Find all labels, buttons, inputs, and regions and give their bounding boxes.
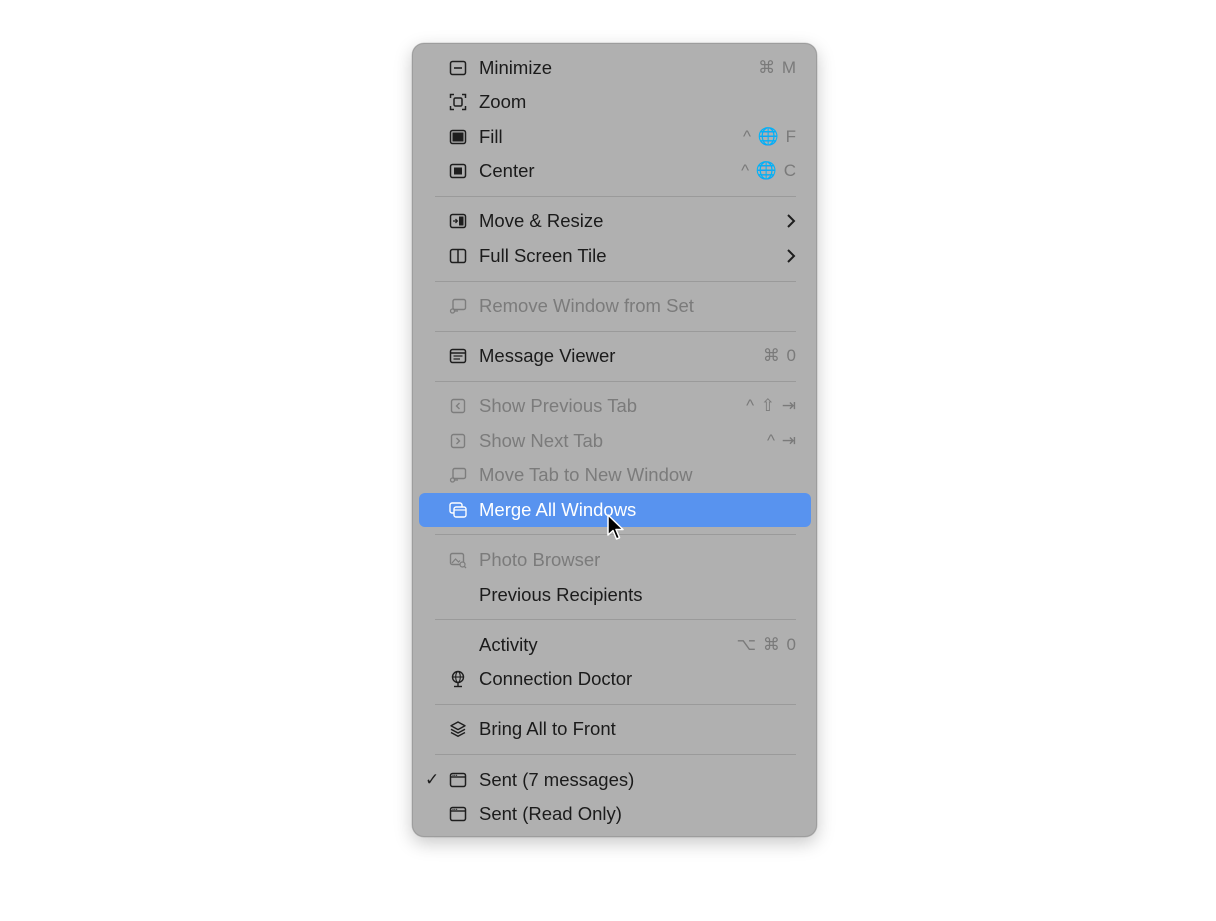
menu-separator	[435, 704, 796, 705]
menu-item-shortcut: ^ 🌐 C	[741, 161, 797, 180]
menu-item-label: Move & Resize	[479, 210, 604, 231]
full-screen-tile-icon	[449, 247, 467, 265]
zoom-icon	[449, 93, 467, 111]
menu-item-label: Previous Recipients	[479, 584, 643, 605]
photo-browser-icon	[449, 551, 467, 569]
menu-item-center[interactable]: Center ^ 🌐 C	[419, 154, 811, 188]
menu-item-shortcut: ^ ⇥	[767, 431, 797, 450]
merge-windows-icon	[449, 501, 467, 519]
menu-separator	[435, 754, 796, 755]
minimize-icon	[449, 59, 467, 77]
center-icon	[449, 162, 467, 180]
menu-item-shortcut: ⌥ ⌘ 0	[736, 635, 797, 654]
chevron-right-icon	[785, 212, 797, 230]
menu-item-zoom[interactable]: Zoom	[419, 85, 811, 119]
checkmark-icon: ✓	[425, 770, 440, 789]
menu-item-label: Show Previous Tab	[479, 395, 638, 416]
previous-tab-icon	[449, 397, 467, 415]
menu-item-label: Show Next Tab	[479, 430, 604, 451]
menu-item-full-screen-tile[interactable]: Full Screen Tile	[419, 239, 811, 273]
menu-item-message-viewer[interactable]: Message Viewer ⌘ 0	[419, 339, 811, 373]
menu-item-label: Full Screen Tile	[479, 245, 607, 266]
menu-item-bring-all-to-front[interactable]: Bring All to Front	[419, 712, 811, 746]
menu-item-shortcut: ⌘ M	[758, 58, 797, 77]
menu-item-remove-window-from-set[interactable]: Remove Window from Set	[419, 289, 811, 323]
menu-item-sent-7-messages[interactable]: ✓ Sent (7 messages)	[419, 763, 811, 797]
menu-item-connection-doctor[interactable]: Connection Doctor	[419, 662, 811, 696]
message-viewer-icon	[449, 347, 467, 365]
window-icon	[449, 771, 467, 789]
menu-item-label: Fill	[479, 126, 503, 147]
menu-item-photo-browser[interactable]: Photo Browser	[419, 543, 811, 577]
menu-item-shortcut: ^ 🌐 F	[743, 127, 797, 146]
menu-item-label: Photo Browser	[479, 549, 601, 570]
connection-doctor-icon	[449, 670, 467, 688]
menu-separator	[435, 281, 796, 282]
remove-window-icon	[449, 297, 467, 315]
menu-item-label: Activity	[479, 634, 538, 655]
menu-item-show-next-tab[interactable]: Show Next Tab ^ ⇥	[419, 424, 811, 458]
menu-item-shortcut: ⌘ 0	[762, 346, 797, 365]
menu-item-activity[interactable]: Activity ⌥ ⌘ 0	[419, 628, 811, 662]
menu-item-label: Bring All to Front	[479, 718, 616, 739]
menu-separator	[435, 619, 796, 620]
menu-item-show-previous-tab[interactable]: Show Previous Tab ^ ⇧ ⇥	[419, 389, 811, 423]
move-resize-icon	[449, 212, 467, 230]
menu-item-label: Minimize	[479, 57, 552, 78]
menu-separator	[435, 196, 796, 197]
menu-item-minimize[interactable]: Minimize ⌘ M	[419, 51, 811, 85]
menu-item-label: Center	[479, 160, 535, 181]
menu-item-move-resize[interactable]: Move & Resize	[419, 204, 811, 238]
menu-item-label: Message Viewer	[479, 345, 616, 366]
menu-item-label: Zoom	[479, 91, 527, 112]
menu-item-shortcut: ^ ⇧ ⇥	[746, 396, 797, 415]
menu-item-fill[interactable]: Fill ^ 🌐 F	[419, 120, 811, 154]
menu-item-label: Remove Window from Set	[479, 295, 694, 316]
next-tab-icon	[449, 432, 467, 450]
chevron-right-icon	[785, 247, 797, 265]
bring-to-front-icon	[449, 720, 467, 738]
menu-separator	[435, 381, 796, 382]
menu-item-label: Sent (7 messages)	[479, 769, 635, 790]
menu-item-move-tab-to-new-window[interactable]: Move Tab to New Window	[419, 458, 811, 492]
window-icon	[449, 805, 467, 823]
fill-icon	[449, 128, 467, 146]
menu-item-label: Sent (Read Only)	[479, 803, 622, 824]
menu-item-label: Move Tab to New Window	[479, 464, 693, 485]
menu-item-sent-read-only[interactable]: Sent (Read Only)	[419, 797, 811, 831]
menu-item-label: Connection Doctor	[479, 668, 633, 689]
move-tab-icon	[449, 466, 467, 484]
mouse-cursor-icon	[606, 514, 626, 542]
window-menu: Minimize ⌘ M Zoom Fill ^ 🌐 F Center ^ 🌐 …	[412, 43, 817, 837]
menu-separator	[435, 331, 796, 332]
menu-item-previous-recipients[interactable]: Previous Recipients	[419, 578, 811, 612]
